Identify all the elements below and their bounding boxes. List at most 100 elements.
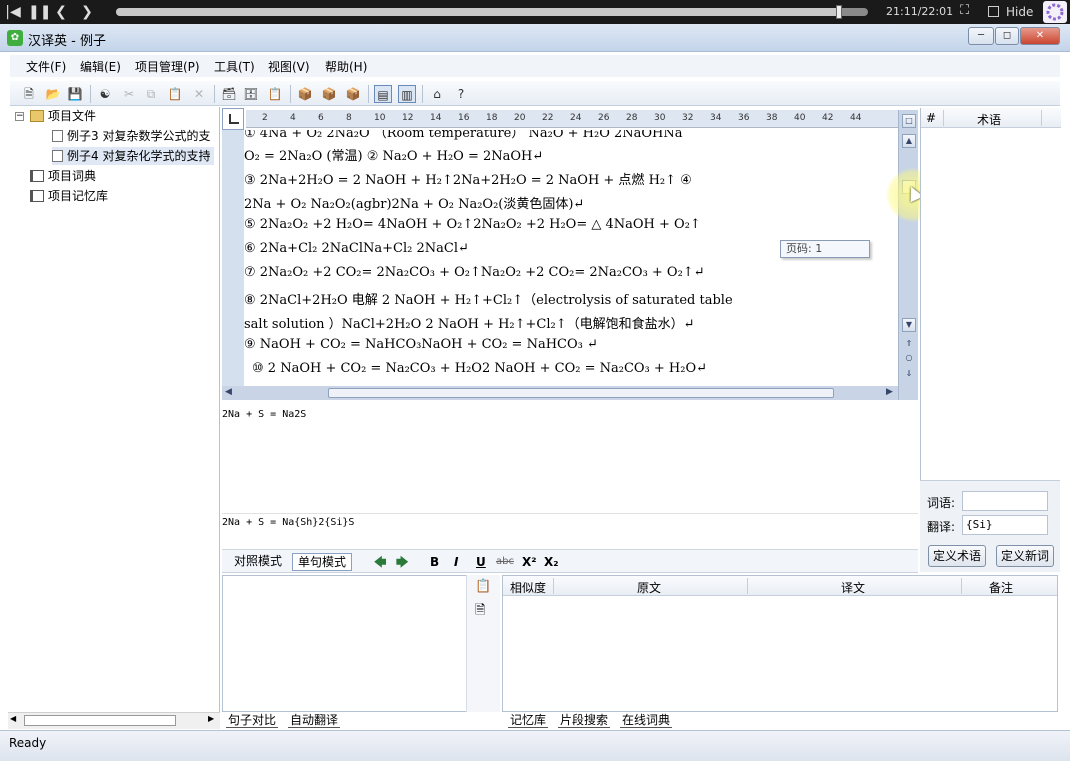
translation-input[interactable]: {Si} — [962, 515, 1048, 535]
home-icon[interactable]: ⌂ — [428, 85, 446, 103]
paste-icon[interactable]: 📋 — [166, 85, 184, 103]
skip-back-icon[interactable]: |◀ — [4, 3, 22, 21]
arrow-left-icon[interactable]: 🡄 — [374, 554, 386, 570]
fullscreen-icon[interactable]: ⛶ — [960, 4, 974, 18]
cut-icon[interactable]: ✂ — [120, 85, 138, 103]
document-icon — [52, 130, 63, 142]
select-browse-icon[interactable]: ○ — [902, 352, 916, 366]
menu-help[interactable]: 帮助(H) — [325, 58, 367, 75]
scroll-right-icon[interactable]: ▶ — [208, 714, 214, 723]
menu-project[interactable]: 项目管理(P) — [135, 58, 200, 75]
underline-button[interactable]: U — [476, 554, 486, 570]
save-icon[interactable]: 💾 — [66, 85, 84, 103]
tree-item-project-files[interactable]: 项目文件 — [30, 107, 96, 125]
menu-tools[interactable]: 工具(T) — [214, 58, 255, 75]
subscript-button[interactable]: X₂ — [544, 554, 559, 570]
status-text: Ready — [9, 736, 47, 750]
tree-item-example-4[interactable]: 例子4 对复杂化学式的支持 — [52, 147, 215, 165]
term-column-term[interactable]: 术语 — [977, 111, 1001, 128]
previous-icon[interactable]: ❮ — [52, 3, 70, 21]
tab-auto-translate[interactable]: 自动翻译 — [288, 712, 341, 728]
collapse-icon[interactable]: − — [15, 112, 24, 121]
compare-mode-button[interactable]: 对照模式 — [229, 553, 287, 571]
menu-view[interactable]: 视图(V) — [268, 58, 310, 75]
tree-item-example-3[interactable]: 例子3 对复杂数学公式的支 — [52, 127, 210, 145]
tree-scroll-thumb[interactable] — [24, 715, 176, 726]
scroll-down-icon[interactable]: ▼ — [902, 318, 916, 332]
column-notes[interactable]: 备注 — [989, 579, 1013, 596]
tab-fragment-search[interactable]: 片段搜索 — [558, 712, 611, 728]
copy-icon[interactable]: ⧉ — [142, 85, 160, 103]
bold-button[interactable]: B — [430, 554, 439, 570]
close-button[interactable]: ✕ — [1020, 27, 1060, 45]
maximize-button[interactable]: ◻ — [995, 27, 1019, 45]
italic-button[interactable]: I — [454, 554, 458, 570]
target-sentence[interactable]: 2Na + S = Na{Sh}2{Si}S — [222, 517, 354, 528]
pause-icon[interactable]: ❚❚ — [28, 3, 51, 21]
menu-file[interactable]: 文件(F) — [26, 58, 66, 75]
term-column-number[interactable]: # — [926, 111, 936, 125]
tab-online-dictionary[interactable]: 在线词典 — [620, 712, 673, 728]
scroll-up-icon[interactable]: ▲ — [902, 134, 916, 148]
project-import-icon[interactable]: 🗄 — [242, 85, 260, 103]
status-bar: Ready — [0, 730, 1070, 761]
next-page-icon[interactable]: ⇓ — [902, 368, 916, 382]
tree-horizontal-scrollbar[interactable]: ◀ ▶ — [8, 712, 220, 729]
hide-checkbox[interactable] — [988, 6, 999, 17]
project-add-icon[interactable]: 🗃 — [220, 85, 238, 103]
document-line: ⑧ 2NaCl+2H₂O 电解 2 NaOH + H₂↑+Cl₂↑（electr… — [244, 293, 733, 308]
document-vertical-scrollbar[interactable]: □ ▲ ▼ ⇑ ○ ⇓ — [898, 110, 918, 400]
playback-time: 21:11/22:01 — [886, 5, 954, 18]
project-export-icon[interactable]: 📋 — [266, 85, 284, 103]
column-source[interactable]: 原文 — [637, 579, 661, 596]
ruler-tick-label: 10 — [374, 113, 386, 123]
document-horizontal-scrollbar[interactable]: ◀ ▶ — [222, 386, 898, 400]
view-single-icon[interactable]: ▥ — [398, 85, 416, 103]
copy-to-target-icon[interactable]: 📋 — [475, 579, 491, 594]
ruler-tick-label: 40 — [794, 113, 806, 123]
delete-icon[interactable]: ✕ — [190, 85, 208, 103]
minimize-button[interactable]: ─ — [968, 27, 994, 45]
view-split-icon[interactable]: ▤ — [374, 85, 392, 103]
new-file-icon[interactable]: 🗎 — [20, 85, 38, 103]
horizontal-scroll-thumb[interactable] — [328, 388, 834, 398]
seek-bar[interactable] — [116, 5, 868, 19]
word-input[interactable] — [962, 491, 1048, 511]
mode-toolbar: 对照模式 单句模式 🡄 🡆 B I U abc X² X₂ — [222, 549, 918, 573]
help-icon[interactable]: ? — [452, 85, 470, 103]
memory-disabled-icon-2[interactable]: 📦 — [344, 85, 362, 103]
document-line: ⑦ 2Na₂O₂ +2 CO₂= 2Na₂CO₃ + O₂↑Na₂O₂ +2 C… — [244, 265, 705, 280]
strikethrough-button[interactable]: abc — [496, 554, 514, 570]
previous-page-icon[interactable]: ⇑ — [902, 338, 916, 352]
column-translation[interactable]: 译文 — [841, 579, 865, 596]
open-folder-icon[interactable]: 📂 — [44, 85, 62, 103]
memory-icon[interactable]: 📦 — [296, 85, 314, 103]
tree-item-project-memory[interactable]: 项目记忆库 — [30, 187, 108, 205]
next-icon[interactable]: ❯ — [78, 3, 96, 21]
scroll-left-icon[interactable]: ◀ — [10, 714, 16, 723]
sentence-compare-pane[interactable] — [222, 575, 500, 712]
source-sentence[interactable]: 2Na + S = Na2S — [222, 409, 306, 420]
app-icon: ✿ — [7, 30, 23, 46]
define-term-button[interactable]: 定义术语 — [928, 545, 986, 567]
find-binoculars-icon[interactable]: ☯ — [96, 85, 114, 103]
single-sentence-mode-button[interactable]: 单句模式 — [292, 553, 353, 571]
superscript-button[interactable]: X² — [522, 554, 537, 570]
arrow-right-icon[interactable]: 🡆 — [396, 554, 408, 570]
ruler-tick-label: 16 — [458, 113, 470, 123]
scroll-top-icon[interactable]: □ — [902, 114, 916, 128]
document-editor[interactable]: ① 4Na + O₂ 2Na₂O （Room temperature） Na₂O… — [222, 130, 898, 386]
tab-stop-selector[interactable] — [222, 108, 244, 130]
ruler-tick-label: 22 — [542, 113, 554, 123]
memory-disabled-icon[interactable]: 📦 — [320, 85, 338, 103]
scroll-right-icon[interactable]: ▶ — [886, 387, 893, 397]
tab-memory-library[interactable]: 记忆库 — [508, 712, 549, 728]
seek-knob[interactable] — [836, 5, 843, 19]
insert-translation-icon[interactable]: 🗎 — [475, 601, 485, 623]
menu-edit[interactable]: 编辑(E) — [80, 58, 121, 75]
column-similarity[interactable]: 相似度 — [510, 579, 546, 596]
tree-item-project-dictionary[interactable]: 项目词典 — [30, 167, 96, 185]
define-word-button[interactable]: 定义新词 — [996, 545, 1054, 567]
scroll-left-icon[interactable]: ◀ — [225, 387, 232, 397]
tab-sentence-compare[interactable]: 句子对比 — [226, 712, 279, 728]
